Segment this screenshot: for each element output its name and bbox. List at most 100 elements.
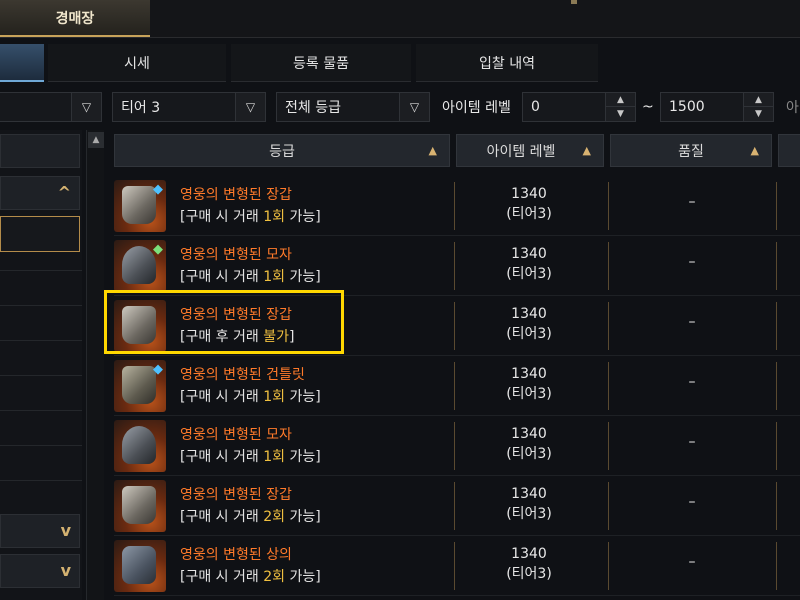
grade-value: 전체 등급	[285, 100, 341, 116]
item-name: 영웅의 변형된 상의	[180, 547, 292, 563]
divider	[608, 242, 609, 290]
column-header-grade[interactable]: 등급 ▲	[114, 134, 450, 167]
tab-market-price[interactable]: 시세	[48, 44, 226, 82]
level-max-input[interactable]: 1500 ▲ ▼	[660, 92, 774, 122]
arrow-up-icon[interactable]: ▲	[744, 93, 773, 107]
divider	[0, 270, 82, 271]
divider	[0, 445, 82, 446]
level-min-stepper[interactable]: ▲ ▼	[605, 93, 635, 121]
column-header-label: 등급	[269, 143, 295, 160]
sort-up-icon: ▲	[582, 144, 591, 157]
table-row[interactable]: ◆ 영웅의 변형된 장갑 [구매 시 거래 1회 가능] 1340 (티어3) –	[114, 176, 800, 236]
table-row[interactable]: ◆ 영웅의 변형된 건틀릿 [구매 시 거래 1회 가능] 1340 (티어3) …	[114, 356, 800, 416]
item-level: 1340 (티어3)	[506, 366, 552, 402]
tab-auction-house[interactable]: 경매장	[0, 0, 150, 37]
chevron-down-icon: ▽	[399, 93, 429, 121]
trade-note: [구매 시 거래 2회 가능]	[180, 569, 321, 585]
arrow-up-icon[interactable]: ▲	[606, 93, 635, 107]
grade-dropdown[interactable]: 전체 등급 ▽	[276, 92, 430, 122]
column-header-quality[interactable]: 품질 ▲	[610, 134, 772, 167]
divider	[0, 410, 82, 411]
tab-search-active[interactable]	[0, 44, 44, 82]
sort-up-icon: ▲	[750, 144, 759, 157]
gloves-icon	[114, 480, 166, 532]
item-name: 영웅의 변형된 모자	[180, 247, 292, 263]
table-row[interactable]: 영웅의 변형된 상의 [구매 시 거래 2회 가능] 1340 (티어3) –	[114, 536, 800, 596]
category-sidebar: ^ v v	[0, 130, 82, 600]
item-level: 1340 (티어3)	[506, 246, 552, 282]
divider	[0, 480, 82, 481]
divider	[608, 422, 609, 470]
divider	[608, 182, 609, 230]
level-max-stepper[interactable]: ▲ ▼	[743, 93, 773, 121]
trade-note: [구매 시 거래 1회 가능]	[180, 389, 321, 405]
tab-registered-items[interactable]: 등록 물품	[231, 44, 411, 82]
sidebar-category[interactable]	[0, 134, 80, 168]
level-max-value: 1500	[669, 99, 705, 115]
level-min-value: 0	[531, 99, 540, 115]
sidebar-selected-item[interactable]	[0, 216, 80, 252]
divider	[776, 182, 777, 230]
trade-note: [구매 시 거래 1회 가능]	[180, 449, 321, 465]
chest-armor-icon	[114, 540, 166, 592]
sidebar-category[interactable]: v	[0, 514, 80, 548]
item-name: 영웅의 변형된 건틀릿	[180, 367, 305, 383]
highlight-box	[104, 290, 344, 354]
helmet-icon: ◆	[114, 240, 166, 292]
item-name: 영웅의 변형된 장갑	[180, 187, 292, 203]
divider	[776, 362, 777, 410]
table-row[interactable]: ◆ 영웅의 변형된 모자 [구매 시 거래 1회 가능] 1340 (티어3) –	[114, 236, 800, 296]
cut-label: 아	[786, 100, 799, 116]
divider	[608, 482, 609, 530]
item-level-label: 아이템 레벨	[442, 100, 511, 116]
range-tilde: ~	[642, 99, 654, 115]
subtab-bar: 시세 등록 물품 입찰 내역	[0, 44, 800, 84]
gauntlet-icon: ◆	[114, 360, 166, 412]
divider	[0, 375, 82, 376]
chevron-down-icon: v	[60, 561, 71, 580]
item-level: 1340 (티어3)	[506, 546, 552, 582]
top-decoration	[571, 0, 577, 4]
item-level: 1340 (티어3)	[506, 186, 552, 222]
item-quality: –	[688, 254, 696, 270]
gloves-icon: ◆	[114, 180, 166, 232]
level-min-input[interactable]: 0 ▲ ▼	[522, 92, 636, 122]
column-header-label: 품질	[678, 143, 704, 160]
divider	[776, 542, 777, 590]
arrow-down-icon[interactable]: ▼	[606, 107, 635, 121]
divider	[608, 542, 609, 590]
tab-bid-history[interactable]: 입찰 내역	[416, 44, 598, 82]
item-quality: –	[688, 374, 696, 390]
divider	[0, 340, 82, 341]
item-name: 영웅의 변형된 장갑	[180, 487, 292, 503]
item-level: 1340 (티어3)	[506, 426, 552, 462]
column-header-next[interactable]	[778, 134, 800, 167]
arrow-down-icon[interactable]: ▼	[744, 107, 773, 121]
sidebar-category-expanded[interactable]: ^	[0, 176, 80, 210]
trade-note: [구매 시 거래 2회 가능]	[180, 509, 321, 525]
tier-dropdown[interactable]: 티어 3 ▽	[112, 92, 266, 122]
table-row[interactable]: 영웅의 변형된 모자 [구매 시 거래 1회 가능] 1340 (티어3) –	[114, 416, 800, 476]
divider	[608, 302, 609, 350]
sidebar-scrollbar[interactable]: ▲	[86, 130, 104, 600]
column-header-item-level[interactable]: 아이템 레벨 ▲	[456, 134, 604, 167]
item-level: 1340 (티어3)	[506, 486, 552, 522]
sort-up-icon: ▲	[428, 144, 437, 157]
item-quality: –	[688, 314, 696, 330]
helmet-icon	[114, 420, 166, 472]
divider	[0, 305, 82, 306]
divider	[776, 422, 777, 470]
trade-note: [구매 시 거래 1회 가능]	[180, 209, 321, 225]
chevron-up-icon: ^	[57, 183, 71, 202]
chevron-down-icon: ▽	[71, 93, 101, 121]
divider	[608, 362, 609, 410]
trade-note: [구매 시 거래 1회 가능]	[180, 269, 321, 285]
category-dropdown[interactable]: ▽	[0, 92, 102, 122]
table-row[interactable]: 영웅의 변형된 장갑 [구매 시 거래 2회 가능] 1340 (티어3) –	[114, 476, 800, 536]
scroll-up-icon[interactable]: ▲	[88, 132, 104, 148]
item-quality: –	[688, 434, 696, 450]
item-quality: –	[688, 554, 696, 570]
sidebar-category[interactable]: v	[0, 554, 80, 588]
top-bar: 경매장	[0, 0, 800, 38]
item-quality: –	[688, 494, 696, 510]
